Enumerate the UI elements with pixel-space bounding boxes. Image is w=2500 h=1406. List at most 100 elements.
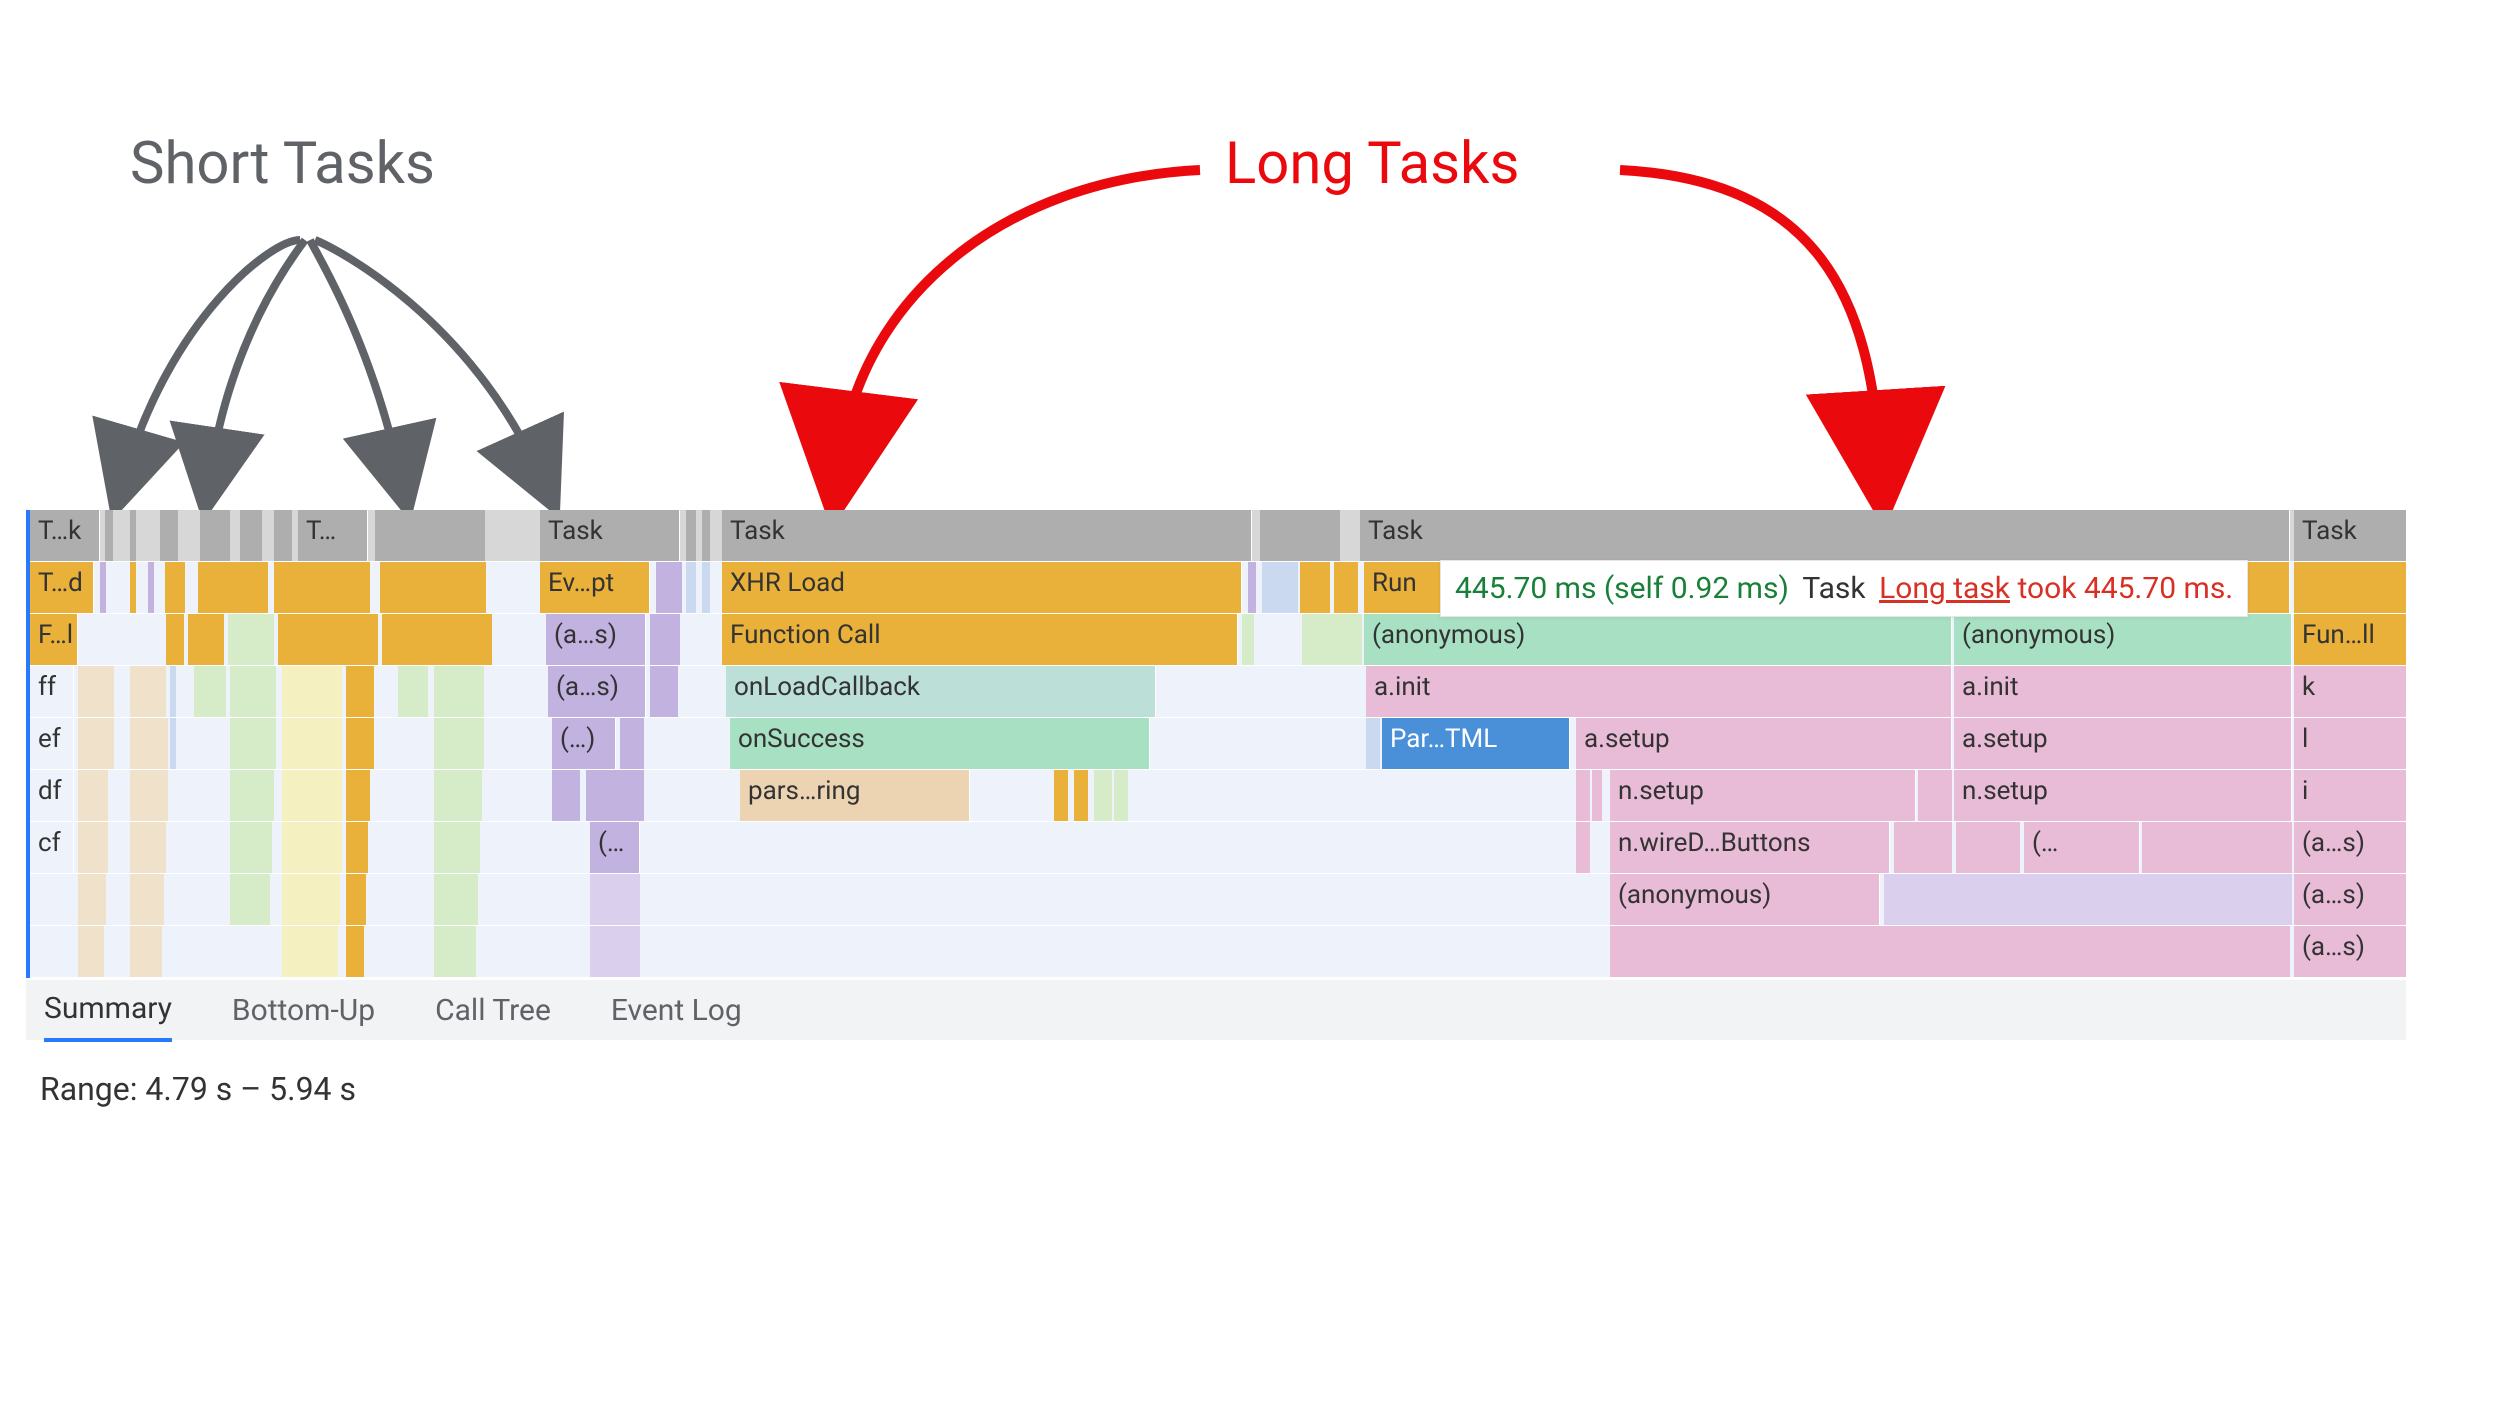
frame-cell[interactable]: (…: [590, 822, 640, 873]
frame-cell[interactable]: (a…s): [548, 666, 646, 717]
frame-micro: [282, 926, 338, 977]
frame-micro: [130, 822, 166, 873]
task-cell[interactable]: T…k: [30, 510, 100, 561]
flame-row: ff (a…s) onLoadCallback a.init a.init k: [30, 666, 2406, 718]
frame-cell[interactable]: l: [2294, 718, 2406, 769]
frame-cell[interactable]: a.setup: [1576, 718, 1952, 769]
flame-row: (a…s): [30, 926, 2406, 978]
frame-micro: [1576, 770, 1590, 821]
frame-cell[interactable]: df: [30, 770, 74, 821]
task-micro[interactable]: [375, 510, 485, 561]
task-cell-long[interactable]: Task: [1360, 510, 2290, 561]
frame-cell[interactable]: T…d: [30, 562, 94, 613]
annotation-short-tasks: Short Tasks: [130, 130, 435, 198]
frame-cell[interactable]: onLoadCallback: [726, 666, 1156, 717]
frame-cell[interactable]: Ev…pt: [540, 562, 650, 613]
details-tabs: Summary Bottom-Up Call Tree Event Log: [26, 980, 2406, 1040]
frame-micro: [1610, 926, 2290, 977]
frame-micro: [552, 770, 580, 821]
frame-cell[interactable]: cf: [30, 822, 74, 873]
annotation-long-tasks: Long Tasks: [1225, 130, 1519, 198]
tab-bottom-up[interactable]: Bottom-Up: [232, 981, 375, 1040]
task-tooltip: 445.70 ms (self 0.92 ms) Task Long task …: [1440, 560, 2248, 617]
frame-micro: [198, 562, 268, 613]
task-micro[interactable]: [274, 510, 292, 561]
task-cell[interactable]: Task: [540, 510, 680, 561]
frame-micro: [346, 926, 364, 977]
tooltip-link[interactable]: Long task: [1879, 571, 2010, 606]
task-micro[interactable]: [702, 510, 710, 561]
frame-cell[interactable]: a.init: [1954, 666, 2292, 717]
frame-cell[interactable]: (anonymous): [1364, 614, 1952, 665]
frame-micro: [282, 770, 342, 821]
frame-micro: [282, 718, 342, 769]
frame-cell[interactable]: (a…s): [2294, 874, 2406, 925]
frame-cell[interactable]: ff: [30, 666, 74, 717]
frame-micro: [650, 666, 678, 717]
frame-cell[interactable]: (a…s): [546, 614, 646, 665]
frame-micro: [130, 666, 166, 717]
frame-micro: [2142, 822, 2292, 873]
frame-cell[interactable]: ef: [30, 718, 74, 769]
frame-micro: [1094, 770, 1112, 821]
frame-cell[interactable]: Par…TML: [1382, 718, 1570, 769]
frame-micro: [382, 614, 492, 665]
frame-micro: [100, 562, 106, 613]
task-micro[interactable]: [160, 510, 178, 561]
tab-summary[interactable]: Summary: [44, 979, 172, 1042]
frame-cell[interactable]: n.wireD…Buttons: [1610, 822, 1890, 873]
task-cell-long[interactable]: Task: [722, 510, 1252, 561]
frame-cell[interactable]: [2294, 562, 2406, 613]
frame-cell[interactable]: (…: [2024, 822, 2140, 873]
task-micro[interactable]: [105, 510, 113, 561]
flame-row: cf (… n.wireD…Buttons (… (a…s): [30, 822, 2406, 874]
tab-call-tree[interactable]: Call Tree: [435, 981, 551, 1040]
frame-micro: [78, 926, 104, 977]
frame-cell[interactable]: n.setup: [1610, 770, 1916, 821]
frame-micro: [282, 874, 340, 925]
frame-micro: [278, 614, 378, 665]
frame-micro: [346, 822, 368, 873]
frame-cell[interactable]: Fun…ll: [2294, 614, 2406, 665]
frame-cell[interactable]: pars…ring: [740, 770, 970, 821]
frame-cell[interactable]: onSuccess: [730, 718, 1150, 769]
frame-micro: [434, 874, 478, 925]
task-micro[interactable]: [240, 510, 262, 561]
frame-micro: [282, 822, 342, 873]
frame-cell[interactable]: (…): [552, 718, 616, 769]
frame-cell[interactable]: k: [2294, 666, 2406, 717]
tooltip-warning-suffix: took 445.70 ms.: [2017, 571, 2233, 606]
frame-micro: [434, 718, 484, 769]
frame-micro: [282, 666, 342, 717]
frame-cell[interactable]: a.setup: [1954, 718, 2292, 769]
frame-cell[interactable]: F…l: [30, 614, 78, 665]
frame-cell[interactable]: Function Call: [722, 614, 1238, 665]
frame-micro: [650, 614, 680, 665]
frame-micro: [194, 666, 226, 717]
frame-cell[interactable]: n.setup: [1954, 770, 2292, 821]
task-micro[interactable]: [130, 510, 136, 561]
frame-cell[interactable]: XHR Load: [722, 562, 1242, 613]
frame-micro: [380, 562, 486, 613]
tooltip-timing: 445.70 ms (self 0.92 ms): [1455, 571, 1789, 606]
task-micro[interactable]: [200, 510, 230, 561]
frame-cell[interactable]: (a…s): [2294, 926, 2406, 977]
frame-cell[interactable]: i: [2294, 770, 2406, 821]
frame-cell[interactable]: (anonymous): [1610, 874, 1880, 925]
tab-event-log[interactable]: Event Log: [611, 981, 742, 1040]
frame-micro: [78, 874, 106, 925]
task-micro[interactable]: [686, 510, 696, 561]
task-cell[interactable]: Task: [2294, 510, 2406, 561]
frame-cell[interactable]: a.init: [1366, 666, 1952, 717]
tooltip-label: Task: [1802, 571, 1865, 606]
task-cell[interactable]: T…: [298, 510, 368, 561]
frame-cell[interactable]: (anonymous): [1954, 614, 2292, 665]
task-micro[interactable]: [1260, 510, 1340, 561]
frame-micro: [434, 822, 480, 873]
frame-micro: [78, 718, 114, 769]
frame-cell[interactable]: (a…s): [2294, 822, 2406, 873]
frame-micro: [346, 666, 374, 717]
frame-micro: [1918, 770, 1952, 821]
frame-micro: [188, 614, 224, 665]
frame-micro: [230, 822, 272, 873]
